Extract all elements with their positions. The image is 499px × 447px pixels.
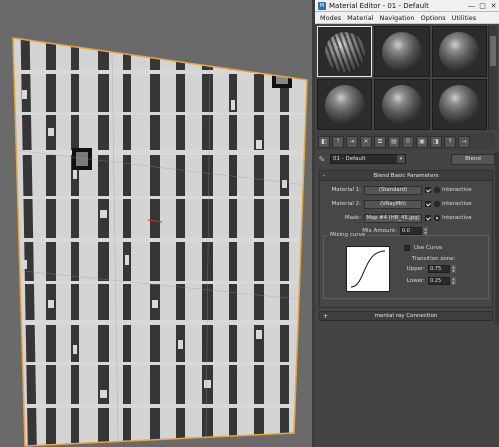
lower-label: Lower: xyxy=(406,278,425,284)
material-name-value: 01 - Default xyxy=(333,156,366,162)
material-preview-sphere xyxy=(439,31,480,72)
interactive-label: Interactive xyxy=(442,187,472,193)
mask-checkbox[interactable] xyxy=(425,215,431,221)
material2-row: Material 2: (VRayMtl) Interactive xyxy=(320,199,472,209)
sample-slot[interactable] xyxy=(317,26,373,77)
material-type-button[interactable]: Blend xyxy=(451,153,495,165)
use-curve-row: Use Curve xyxy=(404,243,442,253)
sample-slot[interactable] xyxy=(431,26,487,77)
textured-plane-object[interactable] xyxy=(0,0,312,447)
mixing-curve-label: Mixing curve xyxy=(328,232,368,238)
reset-map-icon[interactable]: ✕ xyxy=(360,135,372,148)
upper-row: Upper: 0.75 ▲ ▼ xyxy=(404,264,456,274)
material-editor-window: M Material Editor - 01 - Default — □ ✕ M… xyxy=(315,0,499,447)
material1-button[interactable]: (Standard) xyxy=(364,185,422,195)
put-to-library-icon[interactable]: ▤ xyxy=(388,135,400,148)
upper-value[interactable]: 0.75 xyxy=(428,265,450,273)
lower-value[interactable]: 0.25 xyxy=(428,277,450,285)
slots-scrollbar[interactable] xyxy=(488,26,497,130)
show-map-icon[interactable]: ▣ xyxy=(416,135,428,148)
scrollbar-thumb[interactable] xyxy=(490,36,496,66)
material1-label: Material 1: xyxy=(331,187,361,193)
interactive-label: Interactive xyxy=(442,215,472,221)
window-title: Material Editor - 01 - Default xyxy=(329,1,429,10)
material-toolbar: ◧ ⇡ ⇥ ✕ ⧉ ▤ 0 ▣ ◨ ↑ → xyxy=(317,133,495,150)
upper-spinner[interactable]: 0.75 ▲ ▼ xyxy=(428,265,456,273)
mask-row: Mask: Map #4 (HB_45.jpg) Interactive xyxy=(320,213,472,223)
material-preview-sphere xyxy=(324,31,365,72)
mixing-curve-group: Mixing curve Use Curve Transition zone: … xyxy=(323,232,489,299)
mental-ray-rollout-header[interactable]: + mental ray Connection xyxy=(319,311,493,321)
pick-material-icon[interactable]: ✎ xyxy=(317,154,327,164)
minimize-icon[interactable]: — xyxy=(466,2,477,10)
spinner-arrows-icon[interactable]: ▲ ▼ xyxy=(451,265,456,273)
menu-options[interactable]: Options xyxy=(418,14,449,22)
material-preview-sphere xyxy=(381,31,422,72)
material-name-row: ✎ 01 - Default ▾ Blend xyxy=(317,152,495,166)
material2-label: Material 2: xyxy=(331,201,361,207)
menu-modes[interactable]: Modes xyxy=(317,14,344,22)
collapse-icon: - xyxy=(323,172,326,179)
menu-material[interactable]: Material xyxy=(344,14,376,22)
show-end-result-icon[interactable]: ◨ xyxy=(430,135,442,148)
spinner-arrows-icon[interactable]: ▲ ▼ xyxy=(451,277,456,285)
viewport[interactable] xyxy=(0,0,312,447)
mix-amount-spinner[interactable]: 0.0 ▲ ▼ xyxy=(400,227,428,235)
mask-map-button[interactable]: Map #4 (HB_45.jpg) xyxy=(364,213,422,223)
lower-row: Lower: 0.25 ▲ ▼ xyxy=(404,276,456,286)
material-preview-sphere xyxy=(324,84,365,125)
blend-rollout-header[interactable]: - Blend Basic Parameters xyxy=(320,171,492,181)
mental-ray-rollout-title: mental ray Connection xyxy=(374,313,438,319)
transition-zone-row: Transition zone: xyxy=(412,254,455,264)
material2-interactive-radio[interactable] xyxy=(434,201,440,207)
title-bar[interactable]: M Material Editor - 01 - Default — □ ✕ xyxy=(315,0,499,12)
parameters-scrollbar[interactable] xyxy=(495,152,499,324)
upper-label: Upper: xyxy=(406,266,425,272)
material1-interactive-radio[interactable] xyxy=(434,187,440,193)
material-editor-app-icon: M xyxy=(318,1,326,10)
mask-label: Mask: xyxy=(344,215,361,221)
go-to-parent-icon[interactable]: ↑ xyxy=(444,135,456,148)
maximize-icon[interactable]: □ xyxy=(477,2,488,10)
sample-slot[interactable] xyxy=(431,79,487,130)
blend-rollout-title: Blend Basic Parameters xyxy=(373,172,439,179)
interactive-label: Interactive xyxy=(442,201,472,207)
material1-checkbox[interactable] xyxy=(425,187,431,193)
use-curve-checkbox[interactable] xyxy=(404,245,410,251)
sample-slots xyxy=(317,26,487,130)
assign-material-icon[interactable]: ⇥ xyxy=(346,135,358,148)
material2-button[interactable]: (VRayMtl) xyxy=(364,199,422,209)
sample-slot[interactable] xyxy=(374,79,430,130)
mask-interactive-radio[interactable] xyxy=(434,215,440,221)
chevron-down-icon[interactable]: ▾ xyxy=(397,155,405,163)
make-unique-icon[interactable]: ⧉ xyxy=(374,135,386,148)
expand-icon: + xyxy=(323,313,329,320)
lower-spinner[interactable]: 0.25 ▲ ▼ xyxy=(428,277,456,285)
menu-bar: Modes Material Navigation Options Utilit… xyxy=(315,12,499,24)
spinner-arrows-icon[interactable]: ▲ ▼ xyxy=(423,227,428,235)
get-material-icon[interactable]: ◧ xyxy=(318,135,330,148)
material-id-icon[interactable]: 0 xyxy=(402,135,414,148)
put-to-scene-icon[interactable]: ⇡ xyxy=(332,135,344,148)
material2-checkbox[interactable] xyxy=(425,201,431,207)
curve-line-icon xyxy=(350,250,386,288)
transition-zone-label: Transition zone: xyxy=(412,256,456,262)
sample-slot[interactable] xyxy=(317,79,373,130)
material1-row: Material 1: (Standard) Interactive xyxy=(320,185,472,195)
mixing-curve-graph xyxy=(346,246,390,292)
material-name-field[interactable]: 01 - Default ▾ xyxy=(330,154,406,164)
menu-navigation[interactable]: Navigation xyxy=(377,14,418,22)
editor-empty-area xyxy=(315,324,499,447)
material-preview-sphere xyxy=(381,84,422,125)
use-curve-label: Use Curve xyxy=(414,245,443,251)
close-icon[interactable]: ✕ xyxy=(488,2,499,10)
menu-utilities[interactable]: Utilities xyxy=(449,14,479,22)
sample-slot[interactable] xyxy=(374,26,430,77)
go-forward-icon[interactable]: → xyxy=(458,135,470,148)
mix-amount-value[interactable]: 0.0 xyxy=(400,227,422,235)
material-preview-sphere xyxy=(439,84,480,125)
